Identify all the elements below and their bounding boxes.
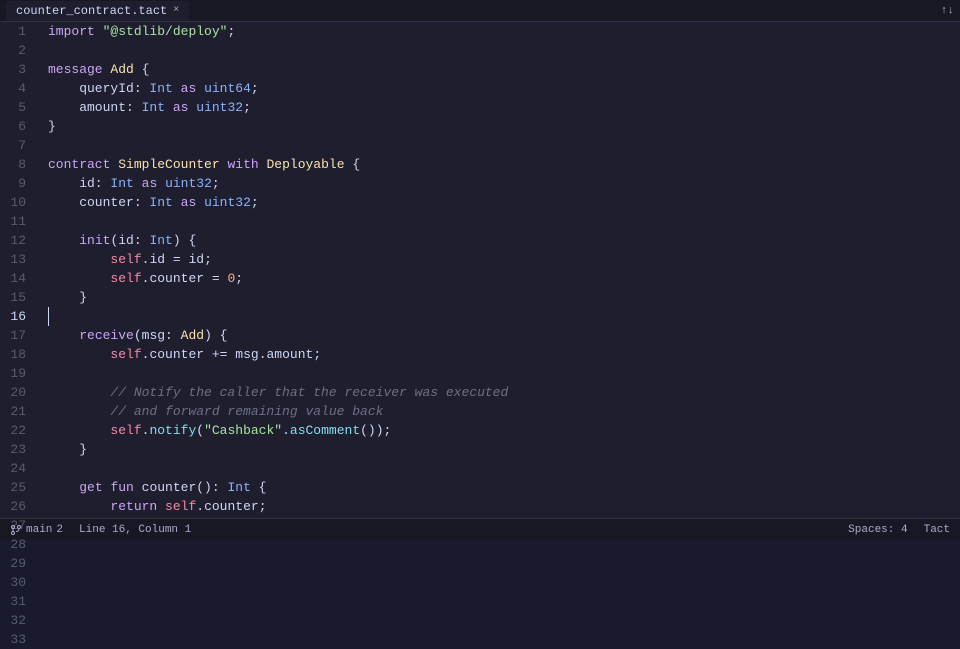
branch-num: 2	[56, 524, 63, 536]
line-number: 4	[0, 79, 32, 98]
line-number: 18	[0, 345, 32, 364]
code-line: get fun counter(): Int {	[48, 478, 960, 497]
line-number: 19	[0, 364, 32, 383]
spaces-info: Spaces: 4	[848, 524, 907, 536]
line-numbers: 1234567891011121314151617181920212223242…	[0, 22, 40, 518]
code-line: }	[48, 440, 960, 459]
code-line: queryId: Int as uint64;	[48, 79, 960, 98]
line-number: 32	[0, 611, 32, 630]
tab-close-button[interactable]: ×	[173, 5, 179, 16]
tab-filename: counter_contract.tact	[16, 4, 167, 18]
line-number: 13	[0, 250, 32, 269]
line-number: 24	[0, 459, 32, 478]
scroll-arrows: ↑↓	[941, 5, 954, 17]
title-bar-right: ↑↓	[941, 5, 954, 17]
line-number: 14	[0, 269, 32, 288]
code-line: }	[48, 516, 960, 518]
code-line: amount: Int as uint32;	[48, 98, 960, 117]
line-number: 29	[0, 554, 32, 573]
code-line: counter: Int as uint32;	[48, 193, 960, 212]
code-line	[48, 41, 960, 60]
git-icon	[10, 524, 22, 536]
code-line	[48, 307, 960, 326]
title-bar-left: counter_contract.tact ×	[6, 1, 189, 21]
code-line: contract SimpleCounter with Deployable {	[48, 155, 960, 174]
code-line: receive(msg: Add) {	[48, 326, 960, 345]
encoding-info: Tact	[924, 524, 950, 536]
line-number: 33	[0, 630, 32, 649]
code-line: self.counter = 0;	[48, 269, 960, 288]
line-number: 16	[0, 307, 32, 326]
line-number: 9	[0, 174, 32, 193]
line-number: 21	[0, 402, 32, 421]
line-number: 25	[0, 478, 32, 497]
code-line: return self.counter;	[48, 497, 960, 516]
editor-tab[interactable]: counter_contract.tact ×	[6, 1, 189, 21]
line-number: 12	[0, 231, 32, 250]
code-line: self.counter += msg.amount;	[48, 345, 960, 364]
code-line: }	[48, 288, 960, 307]
code-line: // Notify the caller that the receiver w…	[48, 383, 960, 402]
code-line: }	[48, 117, 960, 136]
code-line: self.notify("Cashback".asComment());	[48, 421, 960, 440]
code-line	[48, 459, 960, 478]
line-number: 26	[0, 497, 32, 516]
line-number: 6	[0, 117, 32, 136]
line-number: 1	[0, 22, 32, 41]
line-number: 5	[0, 98, 32, 117]
code-line: // and forward remaining value back	[48, 402, 960, 421]
code-content[interactable]: import "@stdlib/deploy"; message Add { q…	[40, 22, 960, 518]
status-bar: main 2 Line 16, Column 1 Spaces: 4 Tact	[0, 518, 960, 540]
git-branch: main 2	[10, 524, 63, 536]
line-number: 8	[0, 155, 32, 174]
line-number: 3	[0, 60, 32, 79]
status-bar-left: main 2 Line 16, Column 1	[10, 524, 191, 536]
line-number: 17	[0, 326, 32, 345]
code-line: self.id = id;	[48, 250, 960, 269]
line-number: 22	[0, 421, 32, 440]
code-line: message Add {	[48, 60, 960, 79]
code-line: id: Int as uint32;	[48, 174, 960, 193]
code-line	[48, 136, 960, 155]
line-number: 7	[0, 136, 32, 155]
title-bar: counter_contract.tact × ↑↓	[0, 0, 960, 22]
code-line	[48, 212, 960, 231]
line-number: 23	[0, 440, 32, 459]
line-number: 30	[0, 573, 32, 592]
code-line: init(id: Int) {	[48, 231, 960, 250]
line-number: 2	[0, 41, 32, 60]
code-line	[48, 364, 960, 383]
line-col: Line 16, Column 1	[79, 524, 191, 536]
status-bar-right: Spaces: 4 Tact	[848, 524, 950, 536]
line-number: 11	[0, 212, 32, 231]
line-number: 28	[0, 535, 32, 554]
code-line: import "@stdlib/deploy";	[48, 22, 960, 41]
line-number: 10	[0, 193, 32, 212]
line-number: 15	[0, 288, 32, 307]
line-number: 20	[0, 383, 32, 402]
editor-area: 1234567891011121314151617181920212223242…	[0, 22, 960, 518]
line-number: 31	[0, 592, 32, 611]
branch-name: main	[26, 524, 52, 536]
